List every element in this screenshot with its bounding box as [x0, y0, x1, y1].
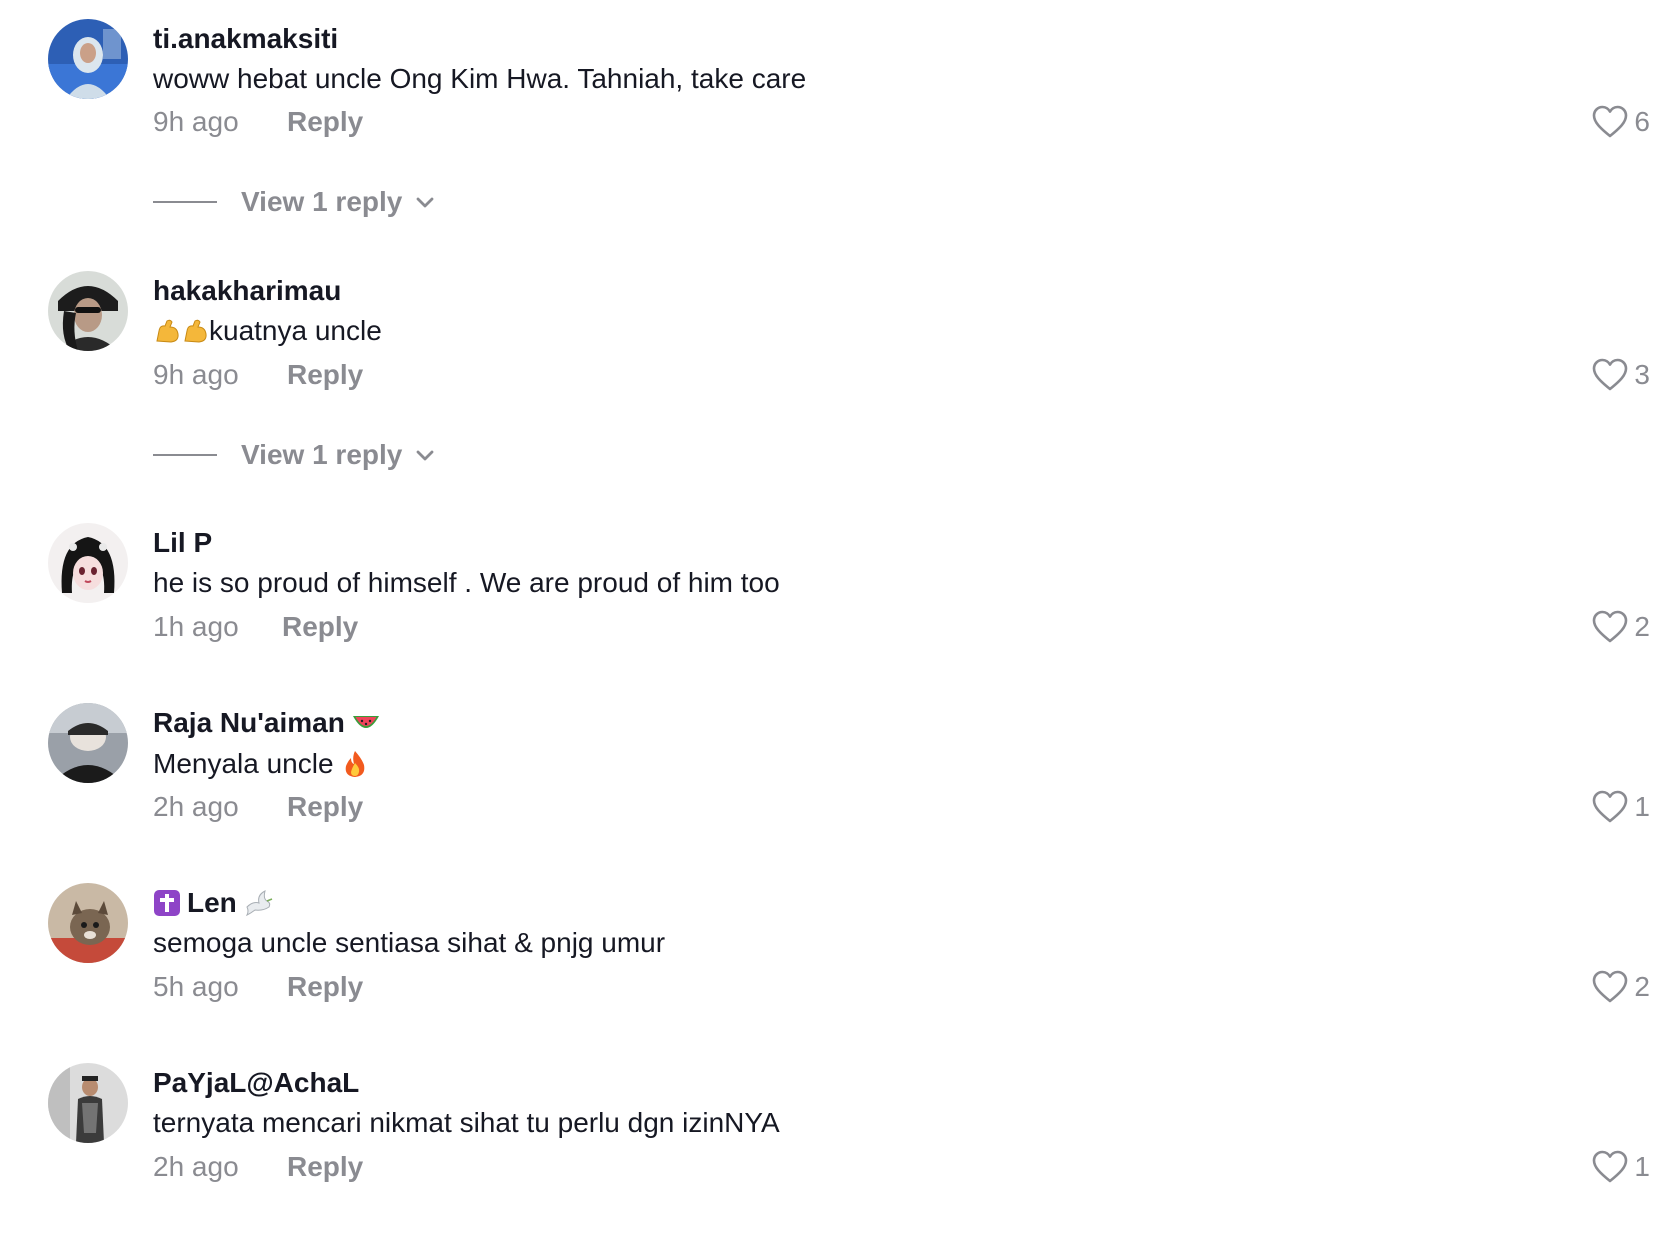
like-button[interactable]: 2 — [1592, 610, 1650, 644]
avatar[interactable] — [48, 271, 128, 351]
comment-text: Menyala uncle — [153, 747, 368, 781]
like-button[interactable]: 2 — [1592, 970, 1650, 1004]
like-count: 1 — [1634, 1151, 1650, 1182]
username-text: Len — [187, 887, 237, 918]
reply-button[interactable]: Reply — [287, 105, 363, 139]
avatar[interactable] — [48, 1063, 128, 1143]
like-count: 2 — [1634, 611, 1650, 642]
comment-text-content: woww hebat uncle Ong Kim Hwa. Tahniah, t… — [153, 63, 807, 94]
like-button[interactable]: 3 — [1592, 358, 1650, 392]
username-text: hakakharimau — [153, 275, 342, 306]
like-button[interactable]: 6 — [1592, 105, 1650, 139]
divider-line — [153, 201, 217, 203]
username-text: Raja Nu'aiman — [153, 707, 345, 738]
heart-icon — [1593, 610, 1628, 643]
comment-username[interactable]: Lil P — [153, 526, 212, 560]
comment-username[interactable]: Raja Nu'aiman — [153, 706, 381, 740]
dove-icon — [243, 889, 273, 917]
reply-button[interactable]: Reply — [287, 1150, 363, 1184]
avatar[interactable] — [48, 703, 128, 783]
comment-timestamp: 9h ago — [153, 359, 239, 390]
comment-text: woww hebat uncle Ong Kim Hwa. Tahniah, t… — [153, 62, 806, 96]
reply-button[interactable]: Reply — [282, 610, 358, 644]
flexed-biceps-icon — [181, 317, 209, 345]
reply-button[interactable]: Reply — [287, 970, 363, 1004]
flexed-biceps-icon — [153, 317, 181, 345]
like-count: 2 — [1634, 971, 1650, 1002]
reply-button[interactable]: Reply — [287, 358, 363, 392]
avatar[interactable] — [48, 19, 128, 99]
heart-icon — [1593, 1150, 1628, 1183]
comment-text: ternyata mencari nikmat sihat tu perlu d… — [153, 1106, 780, 1140]
heart-icon — [1593, 358, 1628, 391]
fire-icon — [342, 749, 368, 779]
like-count: 3 — [1634, 359, 1650, 390]
comment-text-content: ternyata mencari nikmat sihat tu perlu d… — [153, 1107, 780, 1138]
like-count: 1 — [1634, 791, 1650, 822]
comment-username[interactable]: PaYjaL@AchaL — [153, 1066, 359, 1100]
heart-icon — [1593, 970, 1628, 1003]
reply-button[interactable]: Reply — [287, 790, 363, 824]
like-count: 6 — [1634, 106, 1650, 137]
chevron-down-icon — [416, 197, 434, 208]
view-replies-label: View 1 reply — [241, 439, 403, 470]
comment-username[interactable]: Len — [153, 886, 273, 920]
comment-text-content: he is so proud of himself . We are proud… — [153, 567, 780, 598]
comment-text-content: kuatnya uncle — [209, 315, 382, 346]
watermelon-icon — [351, 710, 381, 736]
comment-timestamp: 2h ago — [153, 1151, 239, 1182]
comment-text-content: Menyala uncle — [153, 748, 334, 779]
heart-icon — [1593, 790, 1628, 823]
username-text: ti.anakmaksiti — [153, 23, 339, 54]
view-replies-label: View 1 reply — [241, 186, 403, 217]
comment-username[interactable]: hakakharimau — [153, 274, 341, 308]
view-replies-button[interactable]: View 1 reply — [153, 185, 436, 219]
comment-timestamp: 1h ago — [153, 611, 239, 642]
username-text: PaYjaL@AchaL — [153, 1067, 360, 1098]
view-replies-button[interactable]: View 1 reply — [153, 438, 436, 472]
comment-text-content: semoga uncle sentiasa sihat & pnjg umur — [153, 927, 666, 958]
comment-username[interactable]: ti.anakmaksiti — [153, 22, 338, 56]
comment-text: kuatnya uncle — [153, 314, 382, 348]
avatar[interactable] — [48, 523, 128, 603]
comment-timestamp: 2h ago — [153, 791, 239, 822]
like-button[interactable]: 1 — [1592, 790, 1650, 824]
comment-text: he is so proud of himself . We are proud… — [153, 566, 780, 600]
divider-line — [153, 454, 217, 456]
heart-icon — [1593, 105, 1628, 138]
username-text: Lil P — [153, 527, 213, 558]
latin-cross-icon — [153, 889, 181, 917]
comment-text: semoga uncle sentiasa sihat & pnjg umur — [153, 926, 665, 960]
comment-timestamp: 9h ago — [153, 106, 239, 137]
like-button[interactable]: 1 — [1592, 1150, 1650, 1184]
chevron-down-icon — [416, 450, 434, 461]
comment-timestamp: 5h ago — [153, 971, 239, 1002]
avatar[interactable] — [48, 883, 128, 963]
